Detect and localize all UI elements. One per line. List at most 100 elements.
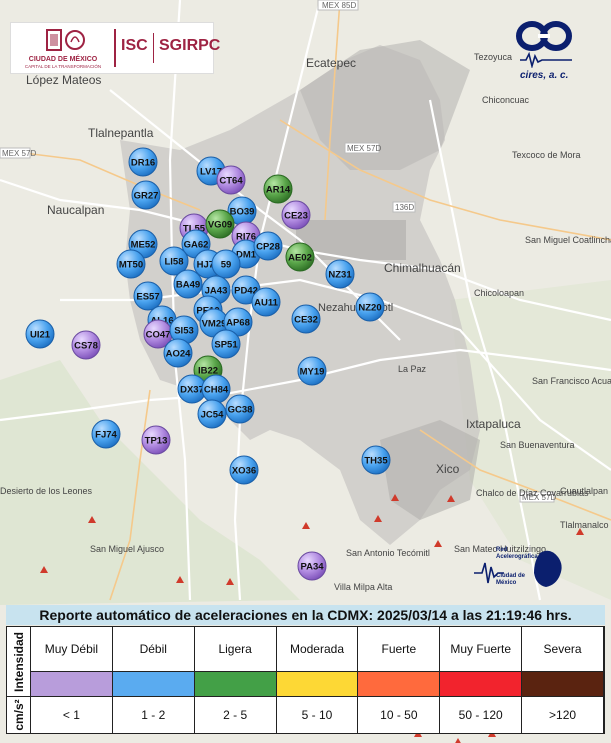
cires-name: cires, a. c. [520, 70, 569, 81]
station-marker[interactable]: CS78 [71, 330, 101, 360]
station-label: UI21 [30, 330, 51, 341]
legend-category-label: Fuerte [358, 627, 441, 671]
station-marker[interactable]: CP28 [253, 231, 283, 261]
legend-range-label: 1 - 2 [113, 697, 195, 733]
place-label: Tezoyuca [474, 52, 512, 62]
logo-divider [153, 33, 154, 63]
place-label: Tlalnepantla [88, 126, 154, 140]
station-marker[interactable]: TP13 [141, 425, 171, 455]
station-label: CE23 [284, 211, 308, 222]
station-label: GR27 [134, 191, 159, 202]
station-marker[interactable]: CH84 [201, 374, 231, 404]
station-label: ES57 [136, 292, 159, 303]
place-label: Desierto de los Leones [0, 486, 93, 496]
legend-category-label: Muy Fuerte [440, 627, 523, 671]
place-label: Villa Milpa Alta [334, 582, 392, 592]
racm-line: Ciudad de [496, 573, 526, 579]
station-label: CS78 [74, 341, 98, 352]
racm-logo: Red Acelerográfica Ciudad de México [474, 545, 574, 593]
station-marker[interactable]: VG09 [205, 209, 235, 239]
legend-color-swatch [522, 671, 604, 697]
cires-logo: cires, a. c. [516, 20, 576, 82]
logo-divider [114, 29, 116, 67]
station-marker[interactable]: NZ20 [355, 292, 385, 322]
racm-line: Red [496, 547, 508, 553]
isc-logo: ISC [121, 37, 148, 54]
legend-row-header-units: cm/s² [7, 697, 31, 733]
station-label: 59 [221, 260, 232, 271]
station-marker[interactable]: JC54 [197, 399, 227, 429]
station-label: BO39 [230, 207, 255, 218]
station-label: CH84 [204, 385, 229, 396]
station-label: CP28 [256, 242, 280, 253]
station-label: AR14 [266, 185, 291, 196]
station-marker[interactable]: GR27 [131, 180, 161, 210]
report-title: Reporte automático de aceleraciones en l… [6, 605, 605, 625]
legend-color-swatch [194, 671, 277, 697]
place-label: San Miguel Ajusco [90, 544, 164, 554]
station-label: AP68 [226, 318, 250, 329]
racm-line: Acelerográfica [496, 554, 538, 560]
station-marker[interactable]: GC38 [225, 394, 255, 424]
station-label: AE02 [288, 253, 312, 264]
station-marker[interactable]: TH35 [361, 445, 391, 475]
station-marker[interactable]: DR16 [128, 147, 158, 177]
legend-color-swatch [112, 671, 195, 697]
station-marker[interactable]: AE02 [285, 242, 315, 272]
station-marker[interactable]: SP51 [211, 329, 241, 359]
place-label: Chimalhuacán [384, 261, 461, 275]
station-marker[interactable]: AR14 [263, 174, 293, 204]
station-label: JA43 [205, 286, 228, 297]
cdmx-name: CIUDAD DE MÉXICO [28, 56, 98, 63]
station-label: SP51 [214, 340, 238, 351]
station-marker[interactable]: MT50 [116, 249, 146, 279]
intensity-legend: Intensidad cm/s² Muy Débil < 1 Débil 1 - 2L… [6, 626, 605, 734]
station-marker[interactable]: PA34 [297, 551, 327, 581]
legend-color-swatch [31, 671, 113, 697]
station-label: GC38 [228, 405, 253, 416]
place-label: San Buenaventura [500, 440, 575, 450]
station-marker[interactable]: ES57 [133, 281, 163, 311]
place-label: Texcoco de Mora [512, 150, 581, 160]
legend-range-label: 50 - 120 [440, 697, 523, 733]
place-label: San Miguel Coatlinchán [525, 235, 611, 245]
station-marker[interactable]: FJ74 [91, 419, 121, 449]
place-label: San Antonio Tecómitl [346, 548, 430, 558]
place-label: Ecatepec [306, 56, 356, 70]
station-marker[interactable]: XO36 [229, 455, 259, 485]
station-marker[interactable]: NZ31 [325, 259, 355, 289]
station-label: CT64 [219, 176, 243, 187]
place-label: La Paz [398, 364, 427, 374]
station-label: NZ31 [328, 270, 352, 281]
legend-color-swatch [358, 671, 441, 697]
station-marker[interactable]: UI21 [25, 319, 55, 349]
place-label: Cuautlalpan [560, 486, 608, 496]
station-label: AO24 [166, 349, 192, 360]
legend-category-label: Débil [113, 627, 195, 671]
station-marker[interactable]: CT64 [216, 165, 246, 195]
station-label: MY19 [300, 367, 325, 378]
station-label: NZ20 [358, 303, 381, 314]
legend-color-swatch [276, 671, 359, 697]
station-marker[interactable]: AU11 [251, 287, 281, 317]
cires-emblem-icon [516, 21, 572, 70]
sgirpc-logo: SGIRPC [159, 37, 221, 54]
legend-range-label: 2 - 5 [195, 697, 277, 733]
station-marker[interactable]: AO24 [163, 338, 193, 368]
station-label: JC54 [201, 410, 224, 421]
legend-row-header-intensity: Intensidad [7, 627, 31, 697]
station-marker[interactable]: 59 [211, 249, 241, 279]
station-marker[interactable]: BA49 [173, 269, 203, 299]
place-label: Chicoloapan [474, 288, 524, 298]
station-label: BA49 [176, 280, 200, 291]
legend-color-swatch [440, 671, 523, 697]
station-label: DR16 [131, 158, 155, 169]
station-label: CO47 [146, 330, 171, 341]
station-marker[interactable]: MY19 [297, 356, 327, 386]
legend-range-label: 10 - 50 [358, 697, 441, 733]
station-marker[interactable]: CE32 [291, 304, 321, 334]
station-label: LI58 [164, 257, 183, 268]
station-marker[interactable]: CE23 [281, 200, 311, 230]
place-label: Ixtapaluca [466, 417, 521, 431]
station-label: VG09 [208, 220, 232, 231]
